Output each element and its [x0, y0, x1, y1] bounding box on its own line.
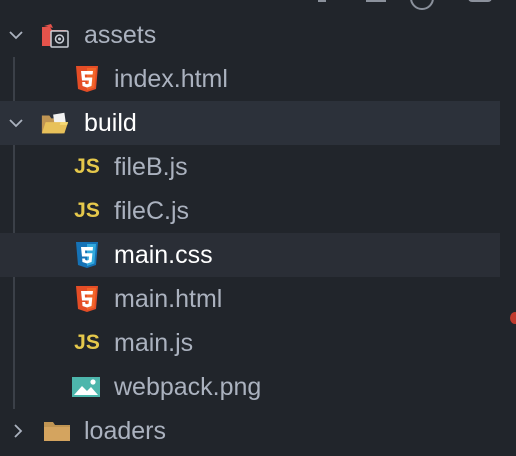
- scrollbar-marker: [510, 312, 516, 324]
- js-badge: JS: [74, 331, 100, 354]
- tree-item-label: fileB.js: [114, 153, 188, 181]
- chevron-down-icon[interactable]: [8, 115, 24, 131]
- tree-item-build[interactable]: build: [0, 101, 500, 145]
- tree-item-label: fileC.js: [114, 197, 190, 225]
- tree-item-label: main.html: [114, 285, 223, 313]
- js-icon: JS: [72, 328, 102, 358]
- tree-item-label: main.js: [114, 329, 194, 357]
- tree-item-webpack-png[interactable]: webpack.png: [0, 365, 500, 409]
- tree-item-main-js[interactable]: JS main.js: [0, 321, 500, 365]
- tree-item-fileb-js[interactable]: JS fileB.js: [0, 145, 500, 189]
- tree-item-label: loaders: [84, 417, 166, 445]
- refresh-icon[interactable]: [410, 0, 434, 10]
- html5-icon: [72, 64, 102, 94]
- tree-item-main-html[interactable]: main.html: [0, 277, 500, 321]
- css3-icon: [72, 240, 102, 270]
- assets-folder-icon: [40, 20, 70, 50]
- js-badge: JS: [74, 155, 100, 178]
- tree-item-label: build: [84, 109, 137, 137]
- new-file-icon[interactable]: [318, 0, 326, 2]
- new-folder-icon[interactable]: [366, 0, 386, 2]
- collapse-all-icon[interactable]: [468, 0, 492, 2]
- tree-item-label: webpack.png: [114, 373, 262, 401]
- explorer-toolbar: [310, 0, 510, 10]
- tree-item-label: main.css: [114, 241, 213, 269]
- js-icon: JS: [72, 196, 102, 226]
- tree-item-index-html[interactable]: index.html: [0, 57, 500, 101]
- tree-item-label: index.html: [114, 65, 228, 93]
- chevron-right-icon[interactable]: [10, 423, 26, 439]
- js-icon: JS: [72, 152, 102, 182]
- js-badge: JS: [74, 199, 100, 222]
- folder-icon: [42, 416, 72, 446]
- file-explorer-panel: assets index.html build JS fileB.js JS f…: [0, 0, 516, 456]
- tree-item-assets[interactable]: assets: [0, 13, 500, 57]
- chevron-down-icon[interactable]: [8, 27, 24, 43]
- tree-item-filec-js[interactable]: JS fileC.js: [0, 189, 500, 233]
- image-icon: [71, 372, 101, 402]
- html5-icon: [72, 284, 102, 314]
- tree-item-loaders[interactable]: loaders: [0, 409, 500, 453]
- tree-item-main-css[interactable]: main.css: [0, 233, 500, 277]
- tree-item-label: assets: [84, 21, 157, 49]
- open-folder-icon: [40, 108, 70, 138]
